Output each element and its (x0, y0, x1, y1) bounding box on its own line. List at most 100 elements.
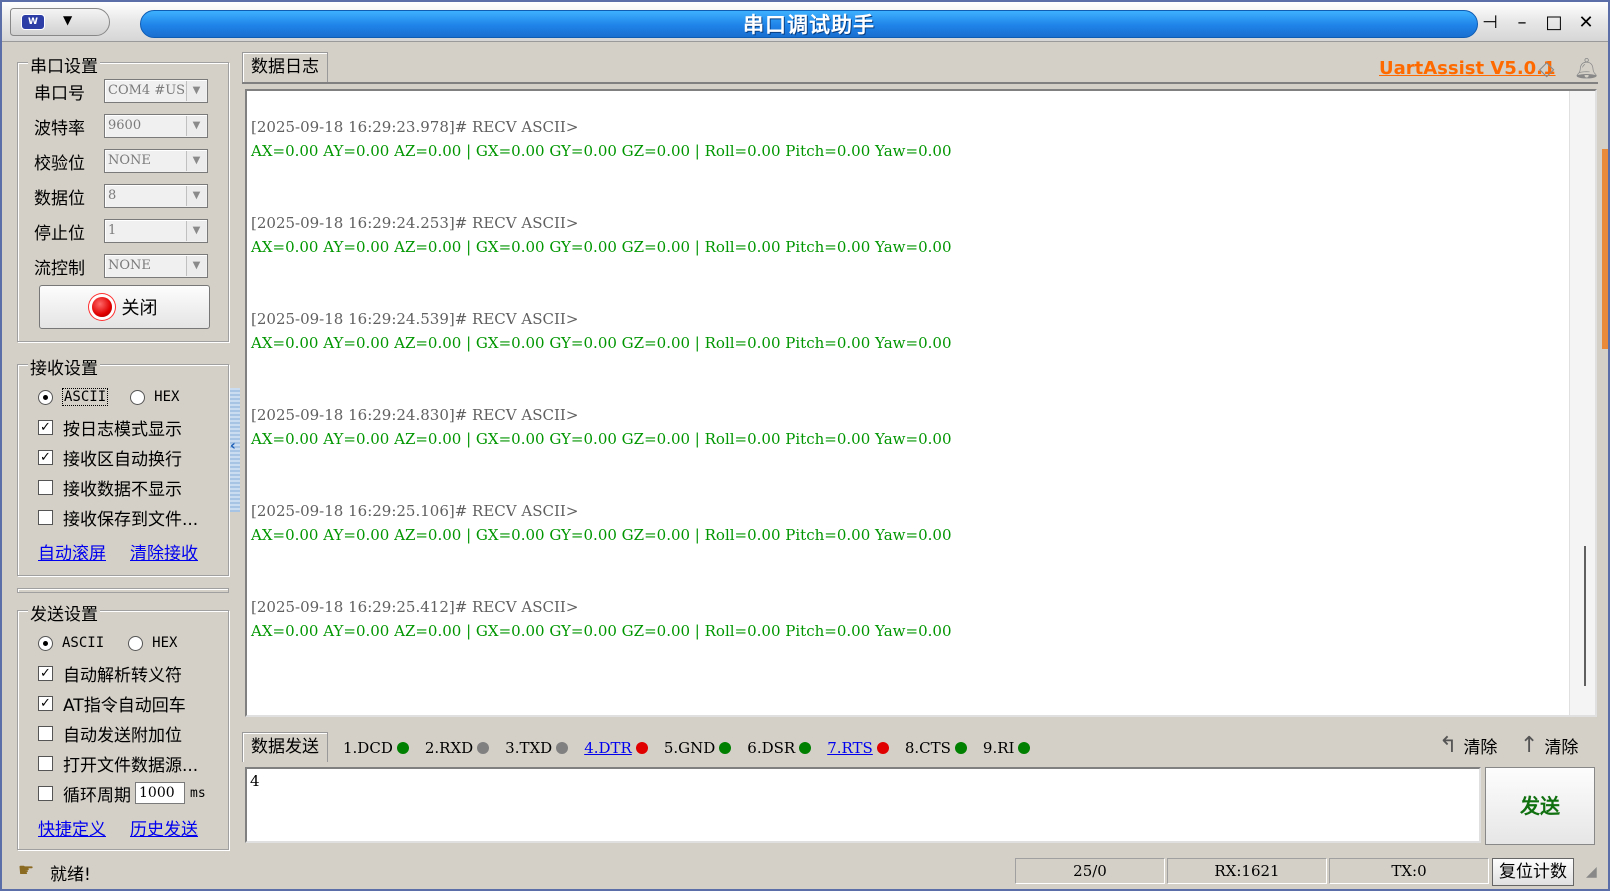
chevron-down-icon: ▼ (186, 81, 206, 101)
signal-dtr[interactable]: 4.DTR (584, 739, 648, 757)
signal-label: 1.DCD (343, 739, 393, 757)
send-input[interactable]: 4 (245, 767, 1481, 843)
chevron-down-icon: ▼ (186, 151, 206, 171)
panel-divider[interactable] (17, 588, 229, 593)
port-select[interactable]: COM4 #USB ▼ (104, 79, 208, 103)
send-ascii-label: ASCII (62, 635, 105, 651)
send-settings-group: 发送设置 ASCII HEX ✓ 自动解析转义符 ✓ AT指令自动回车 自动发送… (17, 600, 229, 850)
pointing-hand-icon: ☛ (18, 860, 35, 881)
log-scrollbar[interactable] (1569, 91, 1595, 715)
autoscroll-link[interactable]: 自动滚屏 (38, 539, 106, 564)
checkbox-icon[interactable] (38, 725, 53, 741)
quick-define-link[interactable]: 快捷定义 (38, 815, 106, 840)
flow-label: 流控制 (34, 258, 85, 279)
recv-hex-radio[interactable] (130, 389, 146, 405)
diamond-icon[interactable]: ◇ (1539, 56, 1554, 80)
signal-dsr: 6.DSR (747, 739, 812, 757)
signal-gnd: 5.GND (663, 739, 732, 757)
recv-format-row: ASCII HEX (38, 385, 179, 409)
port-label: 串口号 (34, 83, 85, 104)
recv-settings-title: 接收设置 (28, 354, 100, 379)
checkbox-icon[interactable] (38, 509, 53, 525)
chevron-down-icon: ▼ (186, 116, 206, 136)
checkbox-icon[interactable] (38, 755, 53, 771)
send-opt1-row[interactable]: ✓ 自动解析转义符 (38, 661, 182, 686)
parity-select[interactable]: NONE ▼ (104, 149, 208, 173)
clear-recv-link[interactable]: 清除接收 (130, 539, 198, 564)
signal-label: 2.RXD (424, 739, 474, 757)
reset-count-button[interactable]: 复位计数 (1492, 858, 1574, 886)
log-data: AX=0.00 AY=0.00 AZ=0.00 | GX=0.00 GY=0.0… (251, 142, 952, 160)
log-scrollbar-thumb[interactable] (1584, 546, 1586, 686)
recv-opt1-row[interactable]: ✓ 按日志模式显示 (38, 415, 182, 440)
tab-data-log[interactable]: 数据日志 (242, 52, 328, 82)
tab-data-send[interactable]: 数据发送 (242, 732, 328, 762)
receive-log-area[interactable]: [2025-09-18 16:29:23.978]# RECV ASCII> A… (245, 89, 1597, 717)
stopbits-select[interactable]: 1 ▼ (104, 219, 208, 243)
send-opt3-label: 自动发送附加位 (63, 725, 182, 746)
flow-select[interactable]: NONE ▼ (104, 254, 208, 278)
send-ascii-radio[interactable] (38, 635, 53, 651)
signal-label[interactable]: 7.RTS (827, 739, 873, 757)
send-hex-radio[interactable] (128, 635, 144, 651)
signal-rts[interactable]: 7.RTS (827, 739, 889, 757)
brand-link[interactable]: UartAssist V5.0.1 (1379, 58, 1556, 79)
send-button[interactable]: 发送 (1485, 767, 1595, 845)
clear-recv-button[interactable]: ↰ 清除 (1439, 733, 1497, 758)
clear-send-label: 清除 (1544, 738, 1579, 758)
app-logo-icon: W (21, 14, 45, 30)
side-accent-bar (1602, 149, 1608, 349)
checkbox-checked-icon[interactable]: ✓ (38, 695, 53, 711)
checkbox-checked-icon[interactable]: ✓ (38, 449, 53, 465)
signal-rxd: 2.RXD (424, 739, 490, 757)
signal-indicators: 1.DCD 2.RXD 3.TXD 4.DTR 5.GND 6.DSR 7.RT… (343, 735, 1046, 761)
title-caption: 串口调试助手 (140, 10, 1478, 38)
period-unit: ms (190, 785, 206, 801)
resize-grip-icon[interactable]: ◢ (1586, 864, 1597, 880)
clear-send-button[interactable]: ↑ 清除 (1520, 733, 1578, 758)
clear-recv-label: 清除 (1463, 738, 1498, 758)
checkbox-checked-icon[interactable]: ✓ (38, 665, 53, 681)
signal-led-icon (719, 742, 732, 754)
close-port-button[interactable]: 关闭 (39, 285, 210, 329)
checkbox-checked-icon[interactable]: ✓ (38, 419, 53, 435)
period-input[interactable]: 1000 (135, 782, 185, 804)
log-data: AX=0.00 AY=0.00 AZ=0.00 | GX=0.00 GY=0.0… (251, 526, 952, 544)
signal-label[interactable]: 4.DTR (584, 739, 632, 757)
signal-label: 8.CTS (904, 739, 951, 757)
send-opt4-row[interactable]: 打开文件数据源... (38, 751, 198, 776)
title-bar: W ▼ 串口调试助手 ⊣ – □ ✕ (2, 2, 1608, 42)
signal-dcd: 1.DCD (343, 739, 409, 757)
send-opt2-row[interactable]: ✓ AT指令自动回车 (38, 691, 186, 716)
signal-txd: 3.TXD (505, 739, 569, 757)
serial-settings-group: 串口设置 串口号 COM4 #USB ▼ 波特率 9600 ▼ 校验位 NONE ▼ … (17, 52, 229, 342)
system-menu-button[interactable]: W ▼ (10, 8, 110, 36)
signal-label: 3.TXD (505, 739, 553, 757)
checkbox-icon[interactable] (38, 785, 53, 801)
recv-ascii-radio[interactable] (38, 389, 53, 405)
log-timestamp: [2025-09-18 16:29:25.412]# RECV ASCII> (251, 598, 579, 616)
counter-cell: 25/0 (1015, 858, 1165, 884)
baud-label: 波特率 (34, 118, 85, 139)
recv-opt3-row[interactable]: 接收数据不显示 (38, 475, 182, 500)
bell-icon[interactable]: 🔔︎ (1574, 56, 1599, 80)
baud-select[interactable]: 9600 ▼ (104, 114, 208, 138)
chevron-down-icon: ▼ (63, 13, 73, 27)
close-window-button[interactable]: ✕ (1575, 12, 1597, 33)
recv-opt2-row[interactable]: ✓ 接收区自动换行 (38, 445, 182, 470)
log-timestamp: [2025-09-18 16:29:24.539]# RECV ASCII> (251, 310, 579, 328)
signal-label: 6.DSR (747, 739, 796, 757)
checkbox-icon[interactable] (38, 479, 53, 495)
history-send-link[interactable]: 历史发送 (130, 815, 198, 840)
maximize-button[interactable]: □ (1543, 12, 1565, 33)
signal-label: 5.GND (663, 739, 716, 757)
send-opt3-row[interactable]: 自动发送附加位 (38, 721, 182, 746)
tab-underline (242, 82, 1598, 84)
splitter-handle[interactable]: ‹ (230, 388, 240, 512)
databits-select[interactable]: 8 ▼ (104, 184, 208, 208)
pin-icon[interactable]: ⊣ (1479, 12, 1501, 33)
baud-row: 波特率 9600 ▼ (34, 112, 208, 140)
recv-opt4-row[interactable]: 接收保存到文件... (38, 505, 199, 530)
recv-opt4-label: 接收保存到文件... (63, 509, 199, 530)
minimize-button[interactable]: – (1511, 12, 1533, 33)
